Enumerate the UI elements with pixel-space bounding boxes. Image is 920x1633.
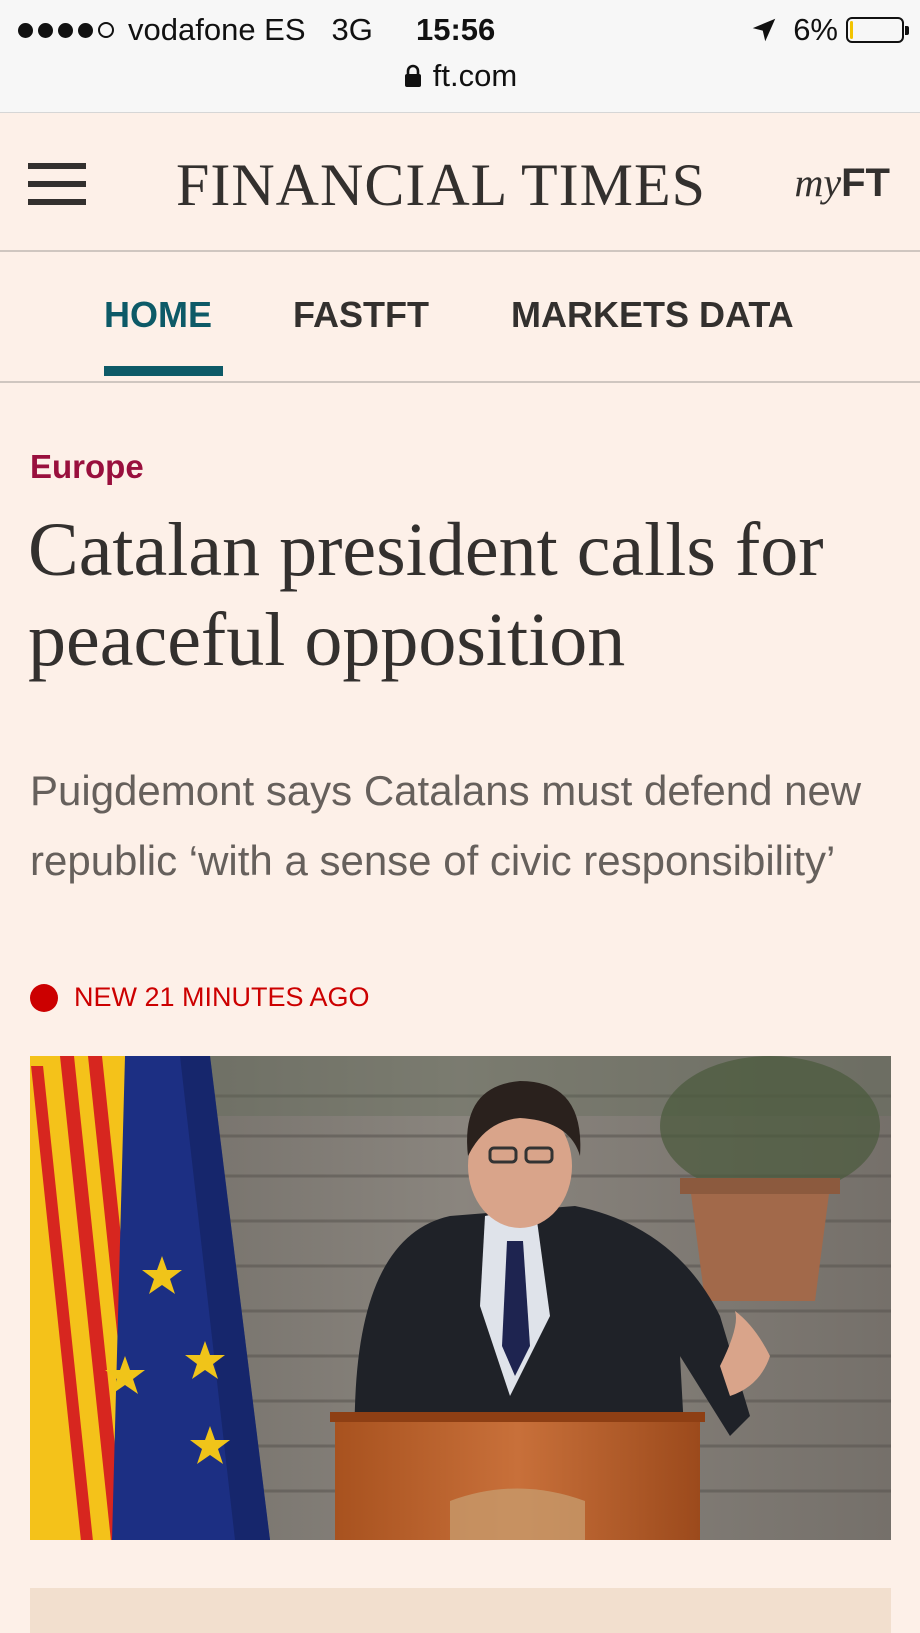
location-arrow-icon <box>752 18 776 42</box>
status-time: 15:56 <box>416 12 496 47</box>
live-dot-icon <box>30 983 58 1012</box>
myft-link[interactable]: myFT <box>794 159 890 206</box>
timestamp-text: NEW 21 MINUTES AGO <box>74 982 370 1012</box>
hamburger-icon[interactable] <box>28 163 86 205</box>
network-type: 3G <box>331 12 373 47</box>
next-content-card <box>30 1588 891 1633</box>
signal-strength-icon <box>18 22 114 38</box>
tab-home[interactable]: HOME <box>104 294 212 336</box>
article-image[interactable] <box>30 1056 891 1540</box>
section-tag[interactable]: Europe <box>30 448 144 486</box>
carrier-name: vodafone ES <box>128 12 306 47</box>
tab-markets-data[interactable]: MARKETS DATA <box>511 294 794 336</box>
article-headline[interactable]: Catalan president calls for peaceful opp… <box>28 505 888 685</box>
lock-icon <box>404 64 421 87</box>
battery-icon <box>846 17 909 43</box>
status-right: 6% <box>749 10 909 50</box>
article-timestamp: NEW 21 MINUTES AGO <box>30 982 370 1013</box>
active-tab-indicator <box>104 366 223 376</box>
battery-percent: 6% <box>793 12 838 47</box>
address-bar[interactable]: ft.com <box>0 58 920 94</box>
url-text: ft.com <box>432 58 518 93</box>
site-header: FINANCIAL TIMES myFT <box>0 113 920 252</box>
section-nav: HOME FASTFT MARKETS DATA <box>0 252 920 383</box>
masthead-logo[interactable]: FINANCIAL TIMES <box>176 151 706 220</box>
battery-level <box>850 21 853 39</box>
article-standfirst: Puigdemont says Catalans must defend new… <box>30 767 862 884</box>
status-left: vodafone ES 3G <box>18 10 387 50</box>
myft-prefix: my <box>794 160 842 205</box>
article-photo <box>30 1056 891 1540</box>
myft-suffix: FT <box>841 161 890 205</box>
tab-fastft[interactable]: FASTFT <box>293 294 429 336</box>
status-bar: vodafone ES 3G 15:56 6% ft.com <box>0 0 920 113</box>
